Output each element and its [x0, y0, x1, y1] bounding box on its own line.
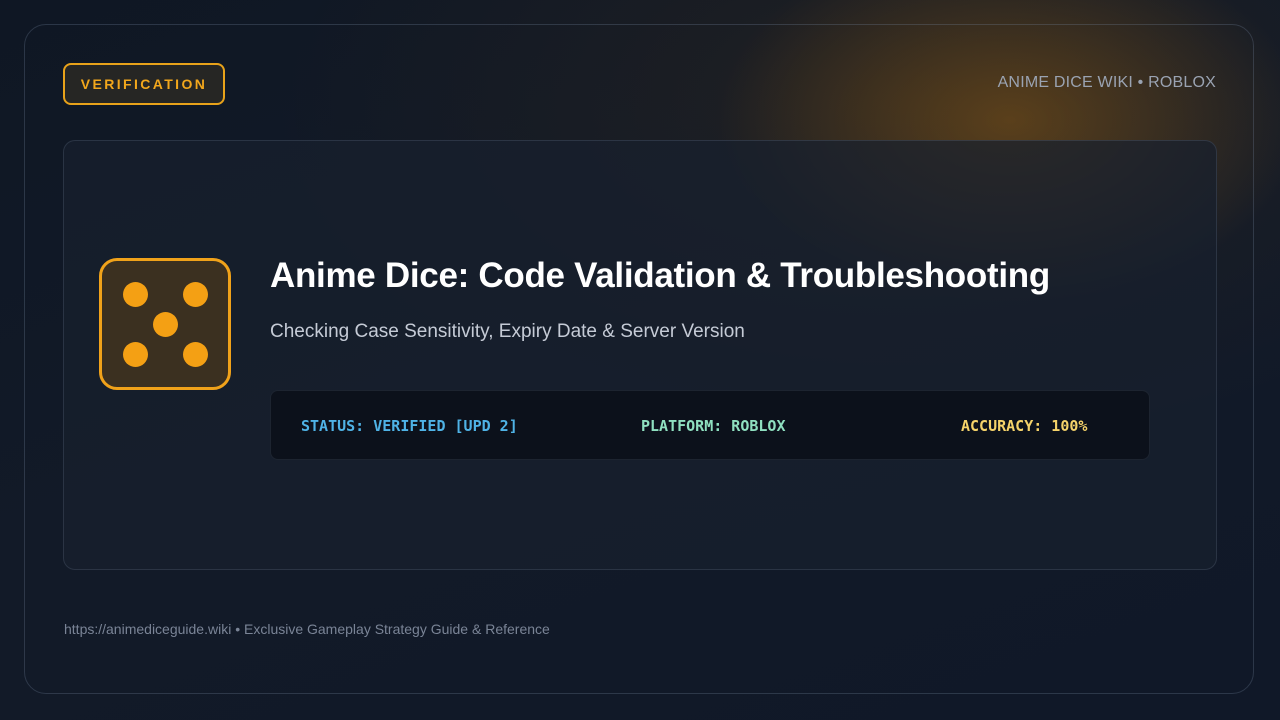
dice-five-icon: [99, 258, 231, 390]
accuracy-text: ACCURACY: 100%: [961, 417, 1088, 435]
verification-badge: VERIFICATION: [63, 63, 225, 105]
dice-pip: [183, 342, 208, 367]
page: VERIFICATION ANIME DICE WIKI • ROBLOX An…: [0, 0, 1280, 720]
brand-label: ANIME DICE WIKI • ROBLOX: [997, 74, 1216, 91]
page-title: Anime Dice: Code Validation & Troublesho…: [270, 256, 1050, 295]
status-bar: STATUS: VERIFIED [UPD 2] PLATFORM: ROBLO…: [270, 390, 1150, 460]
platform-text: PLATFORM: ROBLOX: [641, 417, 786, 435]
dice-pip: [123, 282, 148, 307]
dice-pip: [153, 312, 178, 337]
dice-pip: [123, 342, 148, 367]
status-text: STATUS: VERIFIED [UPD 2]: [301, 417, 518, 435]
footer-text: https://animediceguide.wiki • Exclusive …: [64, 621, 550, 637]
dice-pip: [183, 282, 208, 307]
hero-card: [63, 140, 1217, 570]
page-subtitle: Checking Case Sensitivity, Expiry Date &…: [270, 321, 745, 342]
